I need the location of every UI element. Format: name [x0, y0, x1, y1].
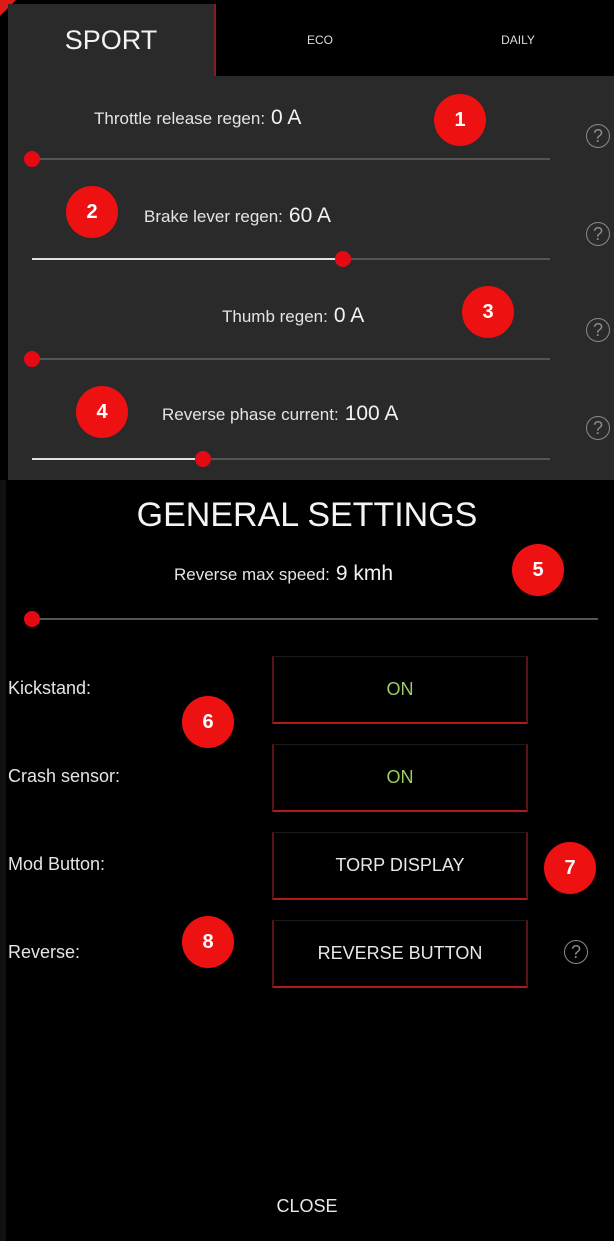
tab-eco[interactable]: ECO — [214, 4, 424, 78]
reverse-max-speed-value: 9 kmh — [335, 562, 394, 585]
tab-sport-label: SPORT — [64, 24, 158, 55]
brake-lever-regen-fill — [32, 258, 343, 260]
kickstand-toggle[interactable]: ON — [272, 656, 528, 724]
help-icon[interactable]: ? — [586, 222, 610, 246]
annotation-badge-1: 1 — [434, 94, 486, 146]
help-icon[interactable]: ? — [586, 416, 610, 440]
tab-eco-label: ECO — [306, 33, 333, 47]
help-icon[interactable]: ? — [564, 940, 588, 964]
reverse-phase-current-label: Reverse phase current: 100 A — [162, 402, 398, 426]
annotation-badge-3: 3 — [462, 286, 514, 338]
help-icon[interactable]: ? — [586, 124, 610, 148]
annotation-badge-8: 8 — [182, 916, 234, 968]
throttle-release-regen-slider[interactable] — [24, 151, 550, 167]
brake-lever-regen-slider[interactable] — [32, 251, 550, 267]
reverse-phase-current-fill — [32, 458, 203, 460]
thumb-regen-slider[interactable] — [24, 351, 550, 367]
thumb-regen-name: Thumb regen: — [222, 307, 328, 326]
tab-daily-label: DAILY — [501, 33, 535, 47]
reverse-max-speed-name: Reverse max speed: — [174, 565, 330, 584]
thumb-regen-knob[interactable] — [24, 351, 40, 367]
brake-lever-regen-name: Brake lever regen: — [144, 207, 283, 226]
throttle-release-regen-label: Throttle release regen: 0 A — [94, 106, 301, 130]
reverse-select[interactable]: REVERSE BUTTON — [272, 920, 528, 988]
throttle-release-regen-knob[interactable] — [24, 151, 40, 167]
brake-lever-regen-value: 60 A — [288, 204, 331, 227]
mod-button-label: Mod Button: — [8, 854, 106, 874]
crash-sensor-toggle[interactable]: ON — [272, 744, 528, 812]
annotation-badge-2: 2 — [66, 186, 118, 238]
brake-lever-regen-knob[interactable] — [334, 251, 351, 267]
close-button[interactable]: CLOSE — [0, 1196, 614, 1217]
reverse-phase-current-knob[interactable] — [194, 451, 211, 467]
annotation-badge-6: 6 — [182, 696, 234, 748]
reverse-phase-current-slider[interactable] — [32, 451, 550, 467]
general-settings-title: GENERAL SETTINGS — [136, 496, 478, 534]
reverse-max-speed-slider[interactable] — [24, 611, 598, 627]
brake-lever-regen-label: Brake lever regen: 60 A — [144, 204, 331, 228]
reverse-max-speed-label: Reverse max speed: 9 kmh — [174, 562, 393, 586]
annotation-badge-5: 5 — [512, 544, 564, 596]
throttle-release-regen-name: Throttle release regen: — [94, 109, 266, 128]
tab-sport[interactable]: SPORT — [8, 4, 214, 76]
reverse-phase-current-value: 100 A — [344, 402, 399, 425]
annotation-badge-7: 7 — [544, 842, 596, 894]
tab-daily[interactable]: DAILY — [422, 4, 614, 78]
annotation-badge-4: 4 — [76, 386, 128, 438]
thumb-regen-value: 0 A — [333, 304, 365, 327]
reverse-label: Reverse: — [8, 942, 81, 962]
mod-button-select[interactable]: TORP DISPLAY — [272, 832, 528, 900]
crash-sensor-label: Crash sensor: — [8, 766, 121, 786]
left-edge-strip — [0, 480, 6, 1241]
thumb-regen-label: Thumb regen: 0 A — [222, 304, 364, 328]
help-icon[interactable]: ? — [586, 318, 610, 342]
kickstand-label: Kickstand: — [8, 678, 92, 698]
reverse-phase-current-name: Reverse phase current: — [162, 405, 339, 424]
throttle-release-regen-value: 0 A — [271, 106, 302, 129]
reverse-max-speed-knob[interactable] — [24, 611, 40, 627]
